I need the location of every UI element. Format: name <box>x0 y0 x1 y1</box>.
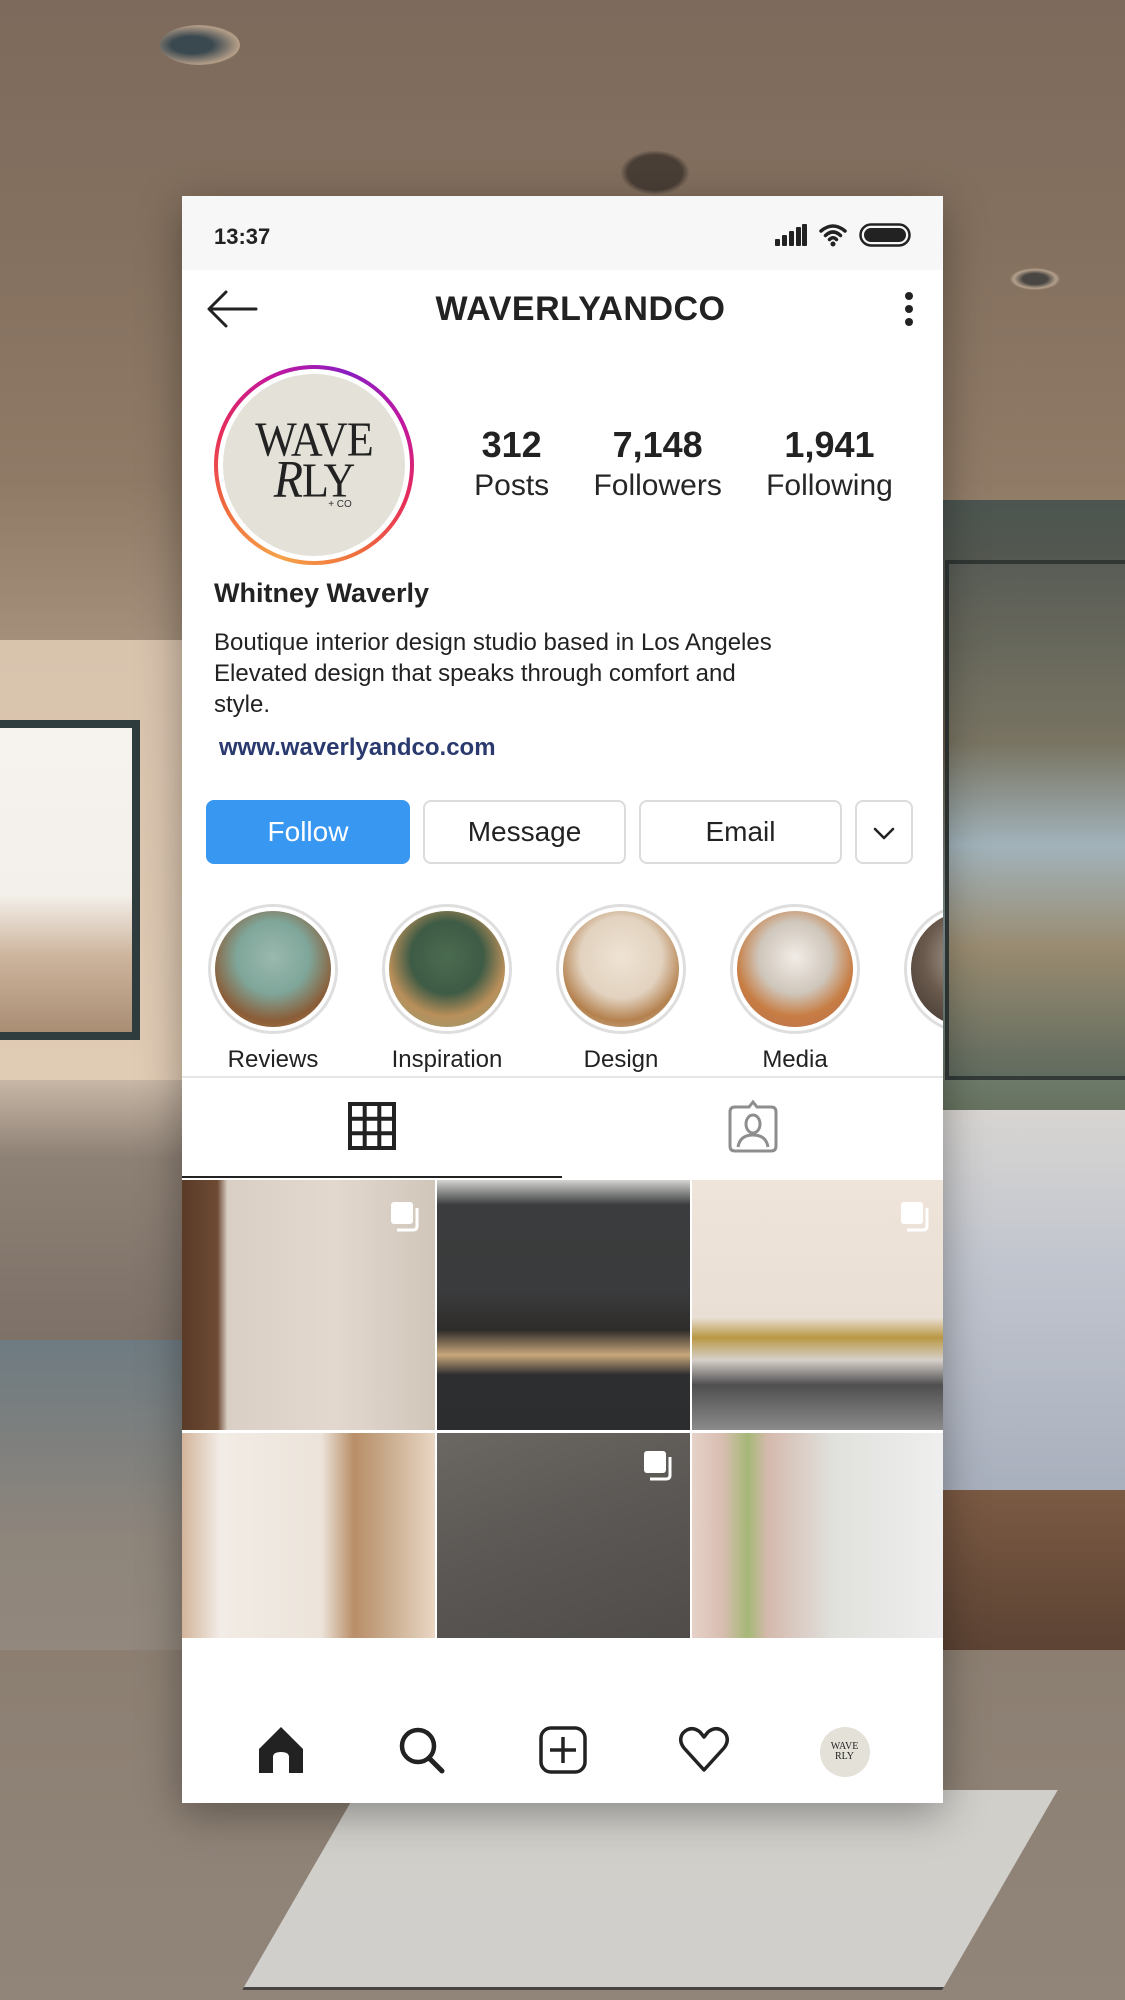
multiple-images-icon <box>642 1449 674 1481</box>
sofa <box>0 1080 190 1340</box>
bed <box>940 1110 1125 1490</box>
bio-line: Elevated design that speaks through comf… <box>214 660 736 687</box>
multiple-images-icon <box>899 1200 931 1232</box>
highlight-ring <box>730 904 860 1034</box>
bio-line: Boutique interior design studio based in… <box>214 629 772 656</box>
avatar-story-ring[interactable]: WAVE RLY + CO <box>214 365 414 565</box>
highlight-reviews[interactable]: Reviews <box>208 904 338 1076</box>
nav-home[interactable] <box>241 1712 321 1792</box>
highlight-label: Design <box>583 1046 659 1073</box>
highlight-ring <box>382 904 512 1034</box>
multiple-images-icon <box>389 1200 421 1232</box>
email-button[interactable]: Email <box>639 800 842 864</box>
avatar-logo-line2-text: LY <box>302 453 355 508</box>
active-tab-indicator <box>182 1176 562 1178</box>
highlight-label: Media <box>762 1046 828 1073</box>
stat-following[interactable]: 1,941 Following <box>766 424 893 506</box>
post-thumbnail[interactable] <box>692 1180 943 1430</box>
bio-line: style. <box>214 691 271 718</box>
highlight-cover-image <box>563 911 679 1027</box>
website-link[interactable]: www.waverlyandco.com <box>219 734 496 762</box>
avatar-logo-script-letter: R <box>273 450 303 509</box>
glass-partition <box>945 560 1125 1080</box>
nav-create[interactable] <box>523 1712 603 1792</box>
bed-base <box>940 1490 1125 1650</box>
highlight-design[interactable]: Design <box>556 904 686 1076</box>
search-icon <box>397 1725 447 1780</box>
highlight-media[interactable]: Media <box>730 904 860 1076</box>
window <box>0 720 140 1040</box>
profile-actions: Follow Message Email <box>182 762 943 864</box>
heart-icon <box>678 1726 730 1779</box>
avatar-logo-line2: RLY <box>274 453 356 506</box>
status-time: 13:37 <box>214 224 271 249</box>
profile-bio: Whitney Waverly Boutique interior design… <box>182 560 943 762</box>
post-thumbnail[interactable] <box>692 1433 943 1638</box>
phone-screen: 13:37 WAVERLYANDCO WAVE RLY + CO 312 Pos… <box>182 196 943 1803</box>
status-bar: 13:37 <box>182 196 943 270</box>
stat-posts[interactable]: 312 Posts <box>474 424 549 506</box>
highlight-cover-image <box>389 911 505 1027</box>
nav-search[interactable] <box>382 1712 462 1792</box>
tagged-user-icon <box>727 1099 779 1158</box>
stat-label: Posts <box>474 469 550 502</box>
posts-grid <box>182 1180 943 1638</box>
highlight-label: Inspiration <box>391 1046 503 1073</box>
more-vertical-icon[interactable] <box>903 291 915 327</box>
chevron-down-icon <box>873 816 895 848</box>
message-button[interactable]: Message <box>423 800 626 864</box>
stat-value: 312 <box>481 424 542 465</box>
ceiling-light <box>160 25 240 65</box>
wifi-icon <box>819 223 847 252</box>
signal-icon <box>775 223 807 251</box>
tab-posts-grid[interactable] <box>182 1078 563 1178</box>
avatar: WAVE RLY + CO <box>223 374 405 556</box>
ceiling-light <box>1010 268 1060 290</box>
nav-activity[interactable] <box>664 1712 744 1792</box>
nav-avatar-script: R <box>834 1751 842 1762</box>
highlight-ring <box>904 904 943 1034</box>
highlight-label: Reviews <box>227 1046 319 1073</box>
add-post-icon <box>538 1725 588 1780</box>
stat-value: 7,148 <box>612 424 703 465</box>
profile-username: WAVERLYANDCO <box>435 289 726 328</box>
stat-followers[interactable]: 7,148 Followers <box>593 424 721 506</box>
rug <box>242 1790 1058 1990</box>
highlight-partial[interactable]: D <box>904 904 943 1076</box>
highlight-cover-image <box>911 911 943 1027</box>
post-thumbnail[interactable] <box>437 1433 690 1638</box>
profile-header: WAVE RLY + CO 312 Posts 7,148 Followers … <box>182 348 943 565</box>
display-name: Whitney Waverly <box>214 578 430 608</box>
avatar-border: WAVE RLY + CO <box>218 369 410 561</box>
arrow-left-icon[interactable] <box>206 289 258 329</box>
bottom-navigation: WAVE RLY <box>182 1701 943 1803</box>
top-bar: WAVERLYANDCO <box>182 270 943 348</box>
nav-avatar-line2: RLY <box>831 1752 859 1762</box>
profile-stats: 312 Posts 7,148 Followers 1,941 Followin… <box>414 424 943 506</box>
grid-icon <box>348 1101 397 1155</box>
suggested-dropdown-button[interactable] <box>855 800 913 864</box>
highlight-cover-image <box>737 911 853 1027</box>
battery-icon <box>859 222 911 252</box>
highlight-ring <box>556 904 686 1034</box>
ceiling-light <box>620 150 690 195</box>
profile-tabs <box>182 1078 943 1178</box>
stat-label: Following <box>766 469 893 502</box>
post-thumbnail[interactable] <box>182 1180 435 1430</box>
highlight-cover-image <box>215 911 331 1027</box>
story-highlights: Reviews Inspiration Design Media D <box>182 864 943 1076</box>
highlight-ring <box>208 904 338 1034</box>
home-icon <box>256 1725 306 1780</box>
post-thumbnail[interactable] <box>182 1433 435 1638</box>
post-thumbnail[interactable] <box>437 1180 690 1430</box>
stat-value: 1,941 <box>784 424 875 465</box>
nav-profile[interactable]: WAVE RLY <box>805 1712 885 1792</box>
profile-avatar-icon: WAVE RLY <box>819 1727 870 1777</box>
nav-avatar-line2-text: LY <box>841 1751 854 1762</box>
tab-tagged[interactable] <box>563 1078 944 1178</box>
stat-label: Followers <box>593 469 722 502</box>
highlight-inspiration[interactable]: Inspiration <box>382 904 512 1076</box>
follow-button[interactable]: Follow <box>206 800 410 864</box>
status-icons <box>775 222 911 252</box>
